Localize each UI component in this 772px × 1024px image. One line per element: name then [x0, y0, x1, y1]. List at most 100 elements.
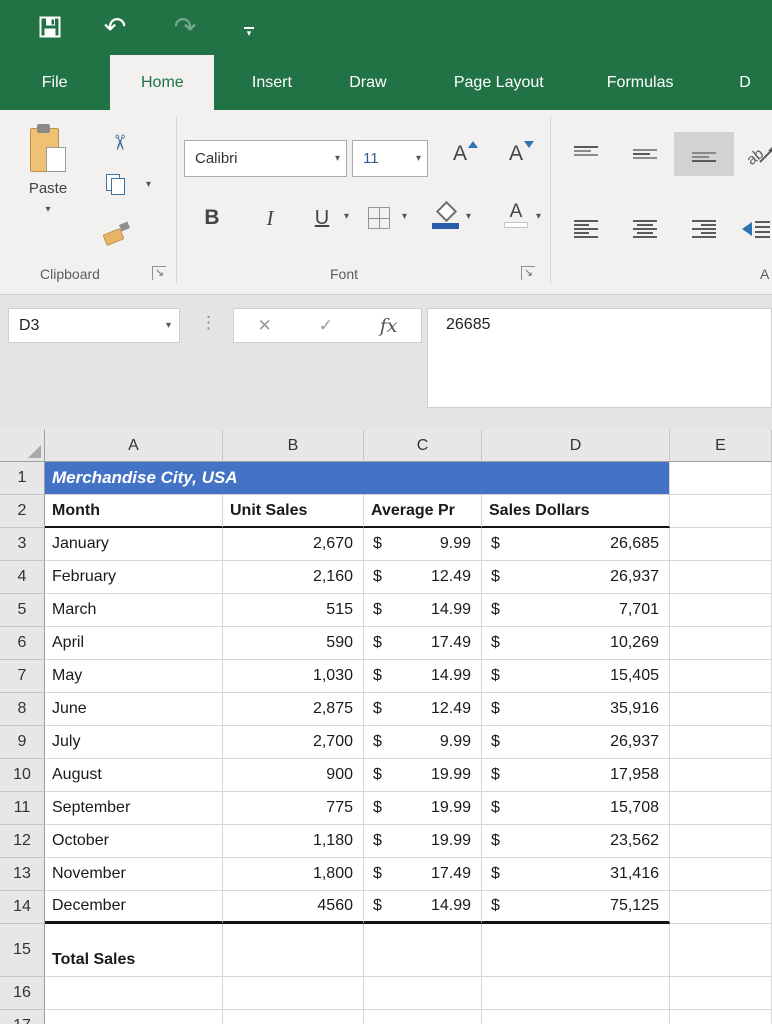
cell-A8[interactable]: June — [45, 693, 223, 726]
row-header-14[interactable]: 14 — [0, 891, 45, 924]
align-left-button[interactable] — [564, 212, 608, 246]
cell-B9[interactable]: 2,700 — [223, 726, 364, 759]
cell-C16[interactable] — [364, 977, 482, 1010]
cell-C7[interactable]: $14.99 — [364, 660, 482, 693]
cell-D8[interactable]: $35,916 — [482, 693, 670, 726]
top-align-button[interactable] — [564, 137, 608, 171]
underline-dropdown[interactable]: ▾ — [344, 212, 349, 222]
row-header-13[interactable]: 13 — [0, 858, 45, 891]
cell-C8[interactable]: $12.49 — [364, 693, 482, 726]
row-header-3[interactable]: 3 — [0, 528, 45, 561]
orientation-button[interactable]: ab — [744, 136, 772, 172]
tab-draw[interactable]: Draw — [328, 55, 407, 110]
cell-A6[interactable]: April — [45, 627, 223, 660]
font-dialog-launcher[interactable]: ↘ — [521, 266, 535, 280]
tab-data[interactable]: D — [718, 55, 772, 110]
cell-A7[interactable]: May — [45, 660, 223, 693]
cell-C11[interactable]: $19.99 — [364, 792, 482, 825]
cell-E9[interactable] — [670, 726, 772, 759]
row-header-15[interactable]: 15 — [0, 924, 45, 977]
row-header-2[interactable]: 2 — [0, 495, 45, 528]
cell-A12[interactable]: October — [45, 825, 223, 858]
row-header-7[interactable]: 7 — [0, 660, 45, 693]
cell-B4[interactable]: 2,160 — [223, 561, 364, 594]
cell-A16[interactable] — [45, 977, 223, 1010]
insert-function-icon[interactable]: fx — [380, 315, 398, 337]
cell-D12[interactable]: $23,562 — [482, 825, 670, 858]
cell-C4[interactable]: $12.49 — [364, 561, 482, 594]
cell-A4[interactable]: February — [45, 561, 223, 594]
cell-B8[interactable]: 2,875 — [223, 693, 364, 726]
cell-A17[interactable] — [45, 1010, 223, 1024]
tab-formulas[interactable]: Formulas — [586, 55, 694, 110]
cell-E16[interactable] — [670, 977, 772, 1010]
cell-C5[interactable]: $14.99 — [364, 594, 482, 627]
cell-E13[interactable] — [670, 858, 772, 891]
cut-button[interactable]: ✂ — [104, 130, 134, 156]
cell-E17[interactable] — [670, 1010, 772, 1024]
cell-C12[interactable]: $19.99 — [364, 825, 482, 858]
cell-B13[interactable]: 1,800 — [223, 858, 364, 891]
cell-D6[interactable]: $10,269 — [482, 627, 670, 660]
cell-C15[interactable] — [364, 924, 482, 977]
tab-home[interactable]: Home — [110, 55, 214, 110]
cell-E7[interactable] — [670, 660, 772, 693]
row-header-8[interactable]: 8 — [0, 693, 45, 726]
cell-D2[interactable]: Sales Dollars — [482, 495, 670, 528]
font-name-combo[interactable]: Calibri ▾ — [184, 140, 347, 177]
cell-E4[interactable] — [670, 561, 772, 594]
copy-dropdown[interactable]: ▾ — [146, 180, 151, 190]
cell-E15[interactable] — [670, 924, 772, 977]
cell-D4[interactable]: $26,937 — [482, 561, 670, 594]
cell-B6[interactable]: 590 — [223, 627, 364, 660]
cell-B16[interactable] — [223, 977, 364, 1010]
cell-E3[interactable] — [670, 528, 772, 561]
cell-E10[interactable] — [670, 759, 772, 792]
italic-button[interactable]: I — [254, 202, 286, 234]
customize-qat-button[interactable]: ▾ — [232, 14, 266, 48]
cell-C6[interactable]: $17.49 — [364, 627, 482, 660]
select-all-button[interactable] — [0, 430, 45, 462]
increase-font-size-button[interactable]: A — [440, 142, 480, 176]
font-color-dropdown[interactable]: ▾ — [536, 212, 541, 222]
cell-A15[interactable]: Total Sales — [45, 924, 223, 977]
cell-B14[interactable]: 4560 — [223, 891, 364, 924]
column-header-E[interactable]: E — [670, 430, 772, 462]
fill-color-button[interactable] — [432, 202, 460, 230]
copy-button[interactable] — [106, 174, 132, 200]
cancel-icon[interactable]: ✕ — [257, 316, 271, 336]
column-header-A[interactable]: A — [45, 430, 223, 462]
cell-A10[interactable]: August — [45, 759, 223, 792]
cell-C17[interactable] — [364, 1010, 482, 1024]
cell-A11[interactable]: September — [45, 792, 223, 825]
cell-D10[interactable]: $17,958 — [482, 759, 670, 792]
cell-D5[interactable]: $7,701 — [482, 594, 670, 627]
redo-button[interactable]: ↷ — [168, 10, 202, 44]
cell-B5[interactable]: 515 — [223, 594, 364, 627]
cell-D3[interactable]: $26,685 — [482, 528, 670, 561]
cell-C14[interactable]: $14.99 — [364, 891, 482, 924]
borders-dropdown[interactable]: ▾ — [402, 212, 407, 222]
cell-D13[interactable]: $31,416 — [482, 858, 670, 891]
cell-B7[interactable]: 1,030 — [223, 660, 364, 693]
font-size-combo[interactable]: 11 ▾ — [352, 140, 428, 177]
cell-B11[interactable]: 775 — [223, 792, 364, 825]
row-header-6[interactable]: 6 — [0, 627, 45, 660]
decrease-indent-button[interactable] — [740, 212, 772, 246]
format-painter-button[interactable] — [104, 222, 134, 248]
bottom-align-button-selected[interactable] — [674, 132, 734, 176]
undo-button[interactable]: ↶ — [98, 10, 132, 44]
cell-D15[interactable] — [482, 924, 670, 977]
column-header-B[interactable]: B — [223, 430, 364, 462]
cell-C9[interactable]: $9.99 — [364, 726, 482, 759]
tab-file[interactable]: File — [20, 55, 89, 110]
cell-D9[interactable]: $26,937 — [482, 726, 670, 759]
cell-E11[interactable] — [670, 792, 772, 825]
row-header-16[interactable]: 16 — [0, 977, 45, 1010]
cell-E6[interactable] — [670, 627, 772, 660]
cell-D11[interactable]: $15,708 — [482, 792, 670, 825]
cell-E1[interactable] — [670, 462, 772, 495]
name-box[interactable]: D3 ▾ — [8, 308, 180, 343]
cell-E2[interactable] — [670, 495, 772, 528]
cell-A14[interactable]: December — [45, 891, 223, 924]
